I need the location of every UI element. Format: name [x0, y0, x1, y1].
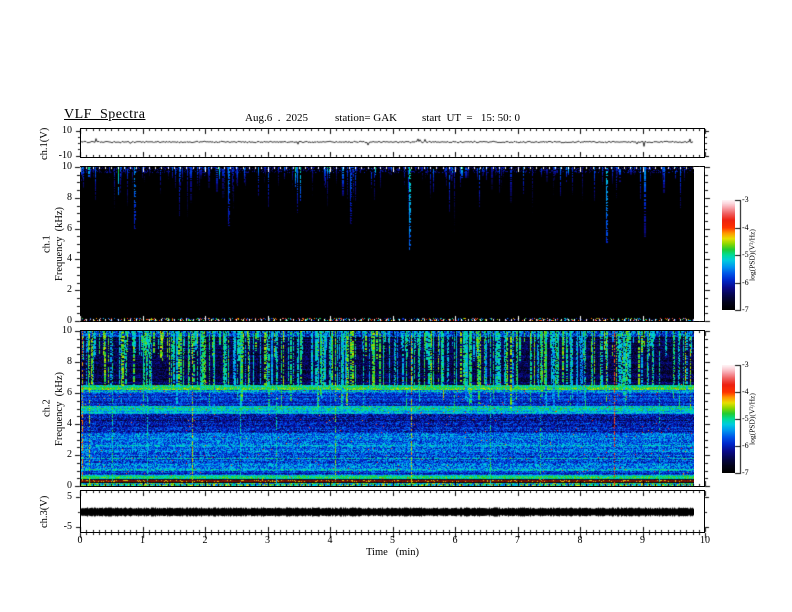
time-tick-label: 0: [77, 535, 83, 546]
ch1-spectrogram-ylabel: Frequency (kHz): [54, 206, 65, 282]
time-tick-label: 1: [140, 535, 145, 546]
ch1-voltage-trace-canvas: [81, 129, 694, 157]
ch2-freq-tick-label: 4: [67, 418, 72, 429]
ch2-colorbar-gradient: [722, 365, 735, 473]
ch3-voltage-tick-label: -5: [63, 521, 72, 532]
ch1-spectrogram-panel: [80, 166, 705, 322]
time-tick-label: 6: [452, 535, 458, 546]
vlf-spectra-figure: VLF Spectra Aug.6 . 2025 station= GAK st…: [0, 0, 792, 612]
ch1-spectrogram-canvas: [81, 167, 694, 321]
ch2-freq-tick-label: 10: [62, 325, 72, 336]
time-tick-label: 7: [515, 535, 520, 546]
plot-date: Aug.6 . 2025: [245, 112, 308, 124]
ch1-voltage-panel: [80, 128, 705, 158]
ch2-colorbar: [722, 365, 735, 473]
ch3-voltage-tick-label: 5: [67, 491, 72, 502]
ch1-colorbar-label: log(PSD)(V²/Hz): [747, 229, 757, 281]
ch2-spectrogram-channel-label: ch.2: [41, 399, 53, 418]
time-tick-label: 3: [265, 535, 270, 546]
time-tick-label: 2: [202, 535, 208, 546]
plot-start-ut: start UT = 15: 50: 0: [422, 112, 520, 124]
ch3-voltage-panel: [80, 490, 705, 533]
ch2-freq-tick-label: 8: [67, 356, 72, 367]
ch2-freq-tick-label: 0: [67, 480, 72, 491]
ch2-colorbar-label: log(PSD)(V²/Hz): [747, 393, 757, 445]
plot-title: VLF Spectra: [64, 107, 146, 122]
ch2-spectrogram-panel: [80, 330, 705, 487]
ch1-colorbar: [722, 200, 735, 310]
plot-station: station= GAK: [335, 112, 398, 124]
time-tick-label: 8: [577, 535, 583, 546]
ch1-freq-tick-label: 8: [67, 192, 72, 203]
ch1-voltage-tick-label: 10: [62, 125, 72, 136]
ch1-freq-tick-label: 10: [62, 161, 72, 172]
ch1-voltage-tick-label: -10: [58, 150, 72, 161]
time-tick-label: 10: [700, 535, 710, 546]
ch2-spectrogram-canvas: [81, 331, 694, 486]
ch1-colorbar-gradient: [722, 200, 735, 310]
time-tick-label: 5: [390, 535, 395, 546]
time-axis-title: Time (min): [366, 547, 419, 558]
ch2-freq-tick-label: 6: [67, 387, 72, 398]
ch1-spectrogram-channel-label: ch.1: [41, 235, 53, 253]
time-tick-label: 4: [327, 535, 333, 546]
ch2-spectrogram-ylabel: Frequency (kHz): [54, 371, 65, 446]
ch3-voltage-trace-canvas: [81, 491, 694, 532]
ch1-freq-tick-label: 4: [67, 253, 72, 264]
time-tick-label: 9: [640, 535, 645, 546]
ch2-freq-tick-label: 2: [67, 449, 72, 460]
ch1-freq-tick-label: 6: [67, 223, 72, 234]
ch1-freq-tick-label: 2: [67, 284, 72, 295]
